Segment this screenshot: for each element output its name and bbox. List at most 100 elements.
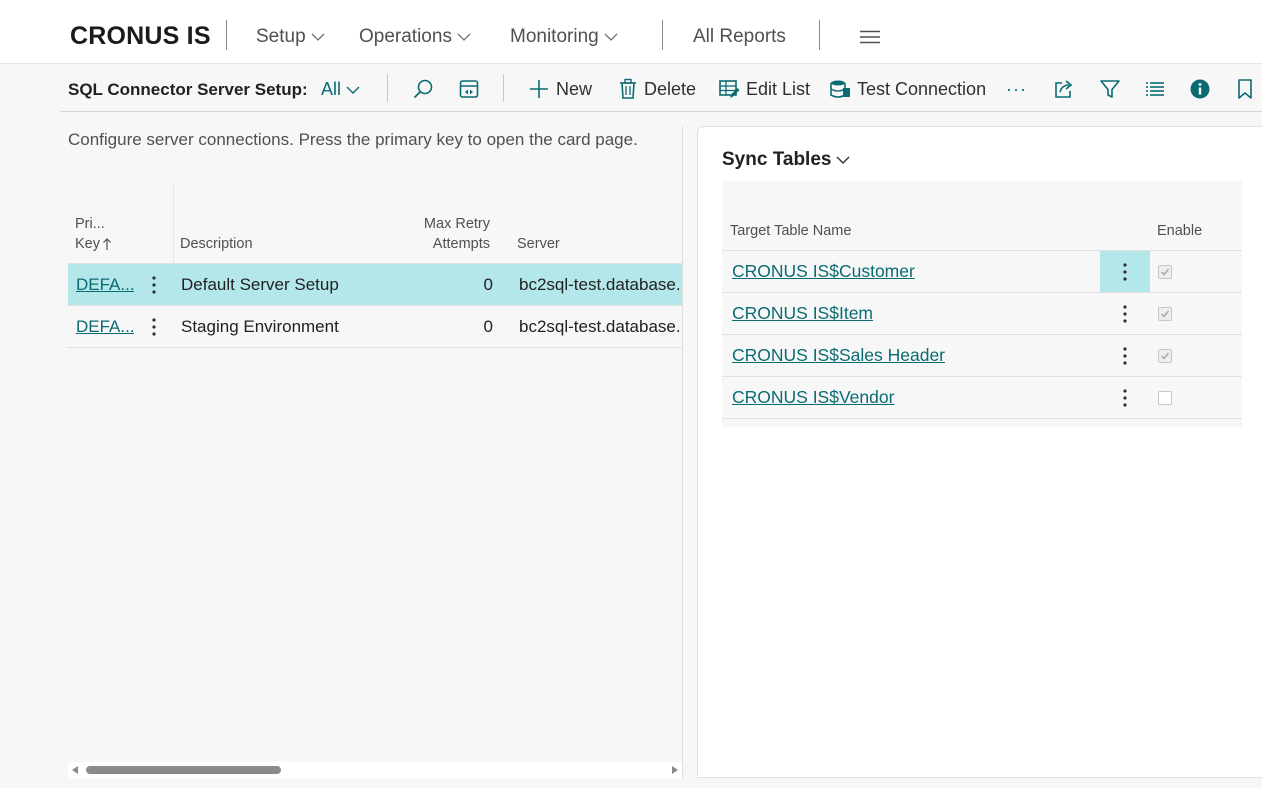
list-view-icon: [1146, 82, 1164, 96]
list-header-row: Pri... Key Description Max Retry Attempt…: [68, 184, 682, 264]
edit-list-icon: [719, 80, 740, 98]
target-table-link[interactable]: CRONUS IS$Item: [732, 303, 873, 324]
checkmark-icon: [1160, 352, 1170, 360]
column-enable[interactable]: Enable: [1157, 223, 1202, 239]
view-filter-button[interactable]: All: [321, 79, 361, 100]
delete-button[interactable]: Delete: [618, 74, 696, 104]
chevron-down-icon: [311, 33, 325, 41]
column-max-retry[interactable]: Max Retry Attempts: [408, 214, 490, 254]
row-actions-icon: [1123, 305, 1127, 323]
row-actions-cell[interactable]: [1100, 377, 1150, 418]
test-connection-button[interactable]: Test Connection: [829, 74, 986, 104]
table-row[interactable]: CRONUS IS$Item: [722, 293, 1242, 335]
nav-divider: [819, 20, 820, 50]
action-bar: SQL Connector Server Setup: All New Dele…: [60, 66, 1262, 112]
edit-list-button[interactable]: Edit List: [718, 74, 810, 104]
top-navigation-bar: CRONUS IS Setup Operations Monitoring Al…: [0, 0, 1262, 64]
nav-all-reports[interactable]: All Reports: [693, 26, 786, 48]
row-actions-icon: [1123, 263, 1127, 281]
table-row[interactable]: DEFA... Staging Environment 0 bc2sql-tes…: [68, 306, 682, 348]
delete-button-label: Delete: [644, 78, 697, 99]
enable-checkbox[interactable]: [1158, 265, 1172, 279]
chevron-down-icon: [346, 86, 360, 94]
primary-key-link[interactable]: DEFA...: [76, 317, 134, 337]
row-max-retry: 0: [483, 317, 493, 336]
nav-setup-menu[interactable]: Setup: [256, 26, 326, 48]
new-button[interactable]: New: [528, 74, 592, 104]
row-actions-cell[interactable]: [1100, 335, 1150, 376]
trash-icon: [620, 78, 636, 99]
column-primary-key-line2: Key: [75, 236, 100, 252]
list-view-button[interactable]: [1144, 74, 1166, 104]
checkmark-icon: [1160, 268, 1170, 276]
table-row[interactable]: CRONUS IS$Sales Header: [722, 335, 1242, 377]
row-max-retry: 0: [483, 275, 493, 294]
row-description: Staging Environment: [181, 317, 339, 336]
search-button[interactable]: [412, 74, 434, 104]
column-primary-key-line1: Pri...: [75, 216, 105, 232]
list-description: Configure server connections. Press the …: [68, 130, 638, 149]
nav-monitoring-menu[interactable]: Monitoring: [510, 26, 619, 48]
table-row[interactable]: CRONUS IS$Customer: [722, 251, 1242, 293]
row-actions-icon[interactable]: [152, 318, 156, 336]
chevron-down-icon: [457, 33, 471, 41]
layout-icon: [459, 80, 479, 98]
nav-all-reports-label: All Reports: [693, 26, 786, 47]
pane-splitter[interactable]: [682, 126, 683, 778]
row-actions-cell[interactable]: [1100, 293, 1150, 334]
nav-monitoring-label: Monitoring: [510, 26, 599, 47]
action-divider: [387, 74, 388, 102]
page-title: SQL Connector Server Setup:: [68, 80, 308, 99]
bookmark-icon: [1238, 79, 1252, 99]
sort-ascending-icon: [103, 238, 111, 250]
action-divider: [503, 74, 504, 102]
search-icon: [413, 79, 433, 99]
enable-checkbox[interactable]: [1158, 391, 1172, 405]
sync-tables-title: Sync Tables: [722, 149, 832, 170]
column-target-table-name[interactable]: Target Table Name: [730, 223, 851, 239]
hamburger-icon[interactable]: [860, 30, 880, 44]
enable-checkbox[interactable]: [1158, 307, 1172, 321]
column-primary-key[interactable]: Pri... Key: [75, 214, 112, 254]
sync-tables-header-row: Target Table Name Enable: [722, 181, 1242, 251]
sync-tables-grid: Target Table Name Enable CRONUS IS$Custo…: [722, 181, 1242, 427]
target-table-link[interactable]: CRONUS IS$Sales Header: [732, 345, 945, 366]
table-row[interactable]: CRONUS IS$Vendor: [722, 377, 1242, 419]
nav-divider: [226, 20, 227, 50]
share-button[interactable]: [1053, 74, 1075, 104]
row-server: bc2sql-test.database.: [519, 275, 681, 294]
layout-button[interactable]: [458, 74, 480, 104]
column-max-retry-line2: Attempts: [432, 236, 490, 252]
more-icon: ···: [1006, 78, 1027, 99]
nav-setup-label: Setup: [256, 26, 306, 47]
horizontal-scrollbar[interactable]: [68, 762, 682, 778]
column-description[interactable]: Description: [180, 234, 253, 254]
nav-operations-menu[interactable]: Operations: [359, 26, 472, 48]
row-actions-icon[interactable]: [152, 276, 156, 294]
target-table-link[interactable]: CRONUS IS$Vendor: [732, 387, 894, 408]
bookmark-button[interactable]: [1235, 74, 1255, 104]
row-server: bc2sql-test.database.: [519, 317, 681, 336]
nav-operations-label: Operations: [359, 26, 452, 47]
chevron-down-icon: [604, 33, 618, 41]
new-button-label: New: [556, 78, 593, 99]
plus-icon: [530, 80, 548, 98]
target-table-link[interactable]: CRONUS IS$Customer: [732, 261, 915, 282]
filter-icon: [1100, 80, 1120, 98]
primary-key-link[interactable]: DEFA...: [76, 275, 134, 295]
enable-checkbox[interactable]: [1158, 349, 1172, 363]
row-actions-icon: [1123, 389, 1127, 407]
nav-divider: [662, 20, 663, 50]
table-row[interactable]: DEFA... Default Server Setup 0 bc2sql-te…: [68, 264, 682, 306]
info-button[interactable]: [1189, 74, 1211, 104]
test-connection-button-label: Test Connection: [857, 78, 987, 99]
server-list-grid: Pri... Key Description Max Retry Attempt…: [68, 184, 682, 348]
company-name[interactable]: CRONUS IS: [70, 22, 211, 51]
row-actions-icon: [1123, 347, 1127, 365]
column-server[interactable]: Server: [517, 234, 560, 254]
filter-button[interactable]: [1099, 74, 1121, 104]
column-divider: [173, 184, 174, 264]
sync-tables-header[interactable]: Sync Tables: [722, 149, 851, 171]
more-options-button[interactable]: ···: [1006, 74, 1027, 104]
row-actions-cell[interactable]: [1100, 251, 1150, 292]
